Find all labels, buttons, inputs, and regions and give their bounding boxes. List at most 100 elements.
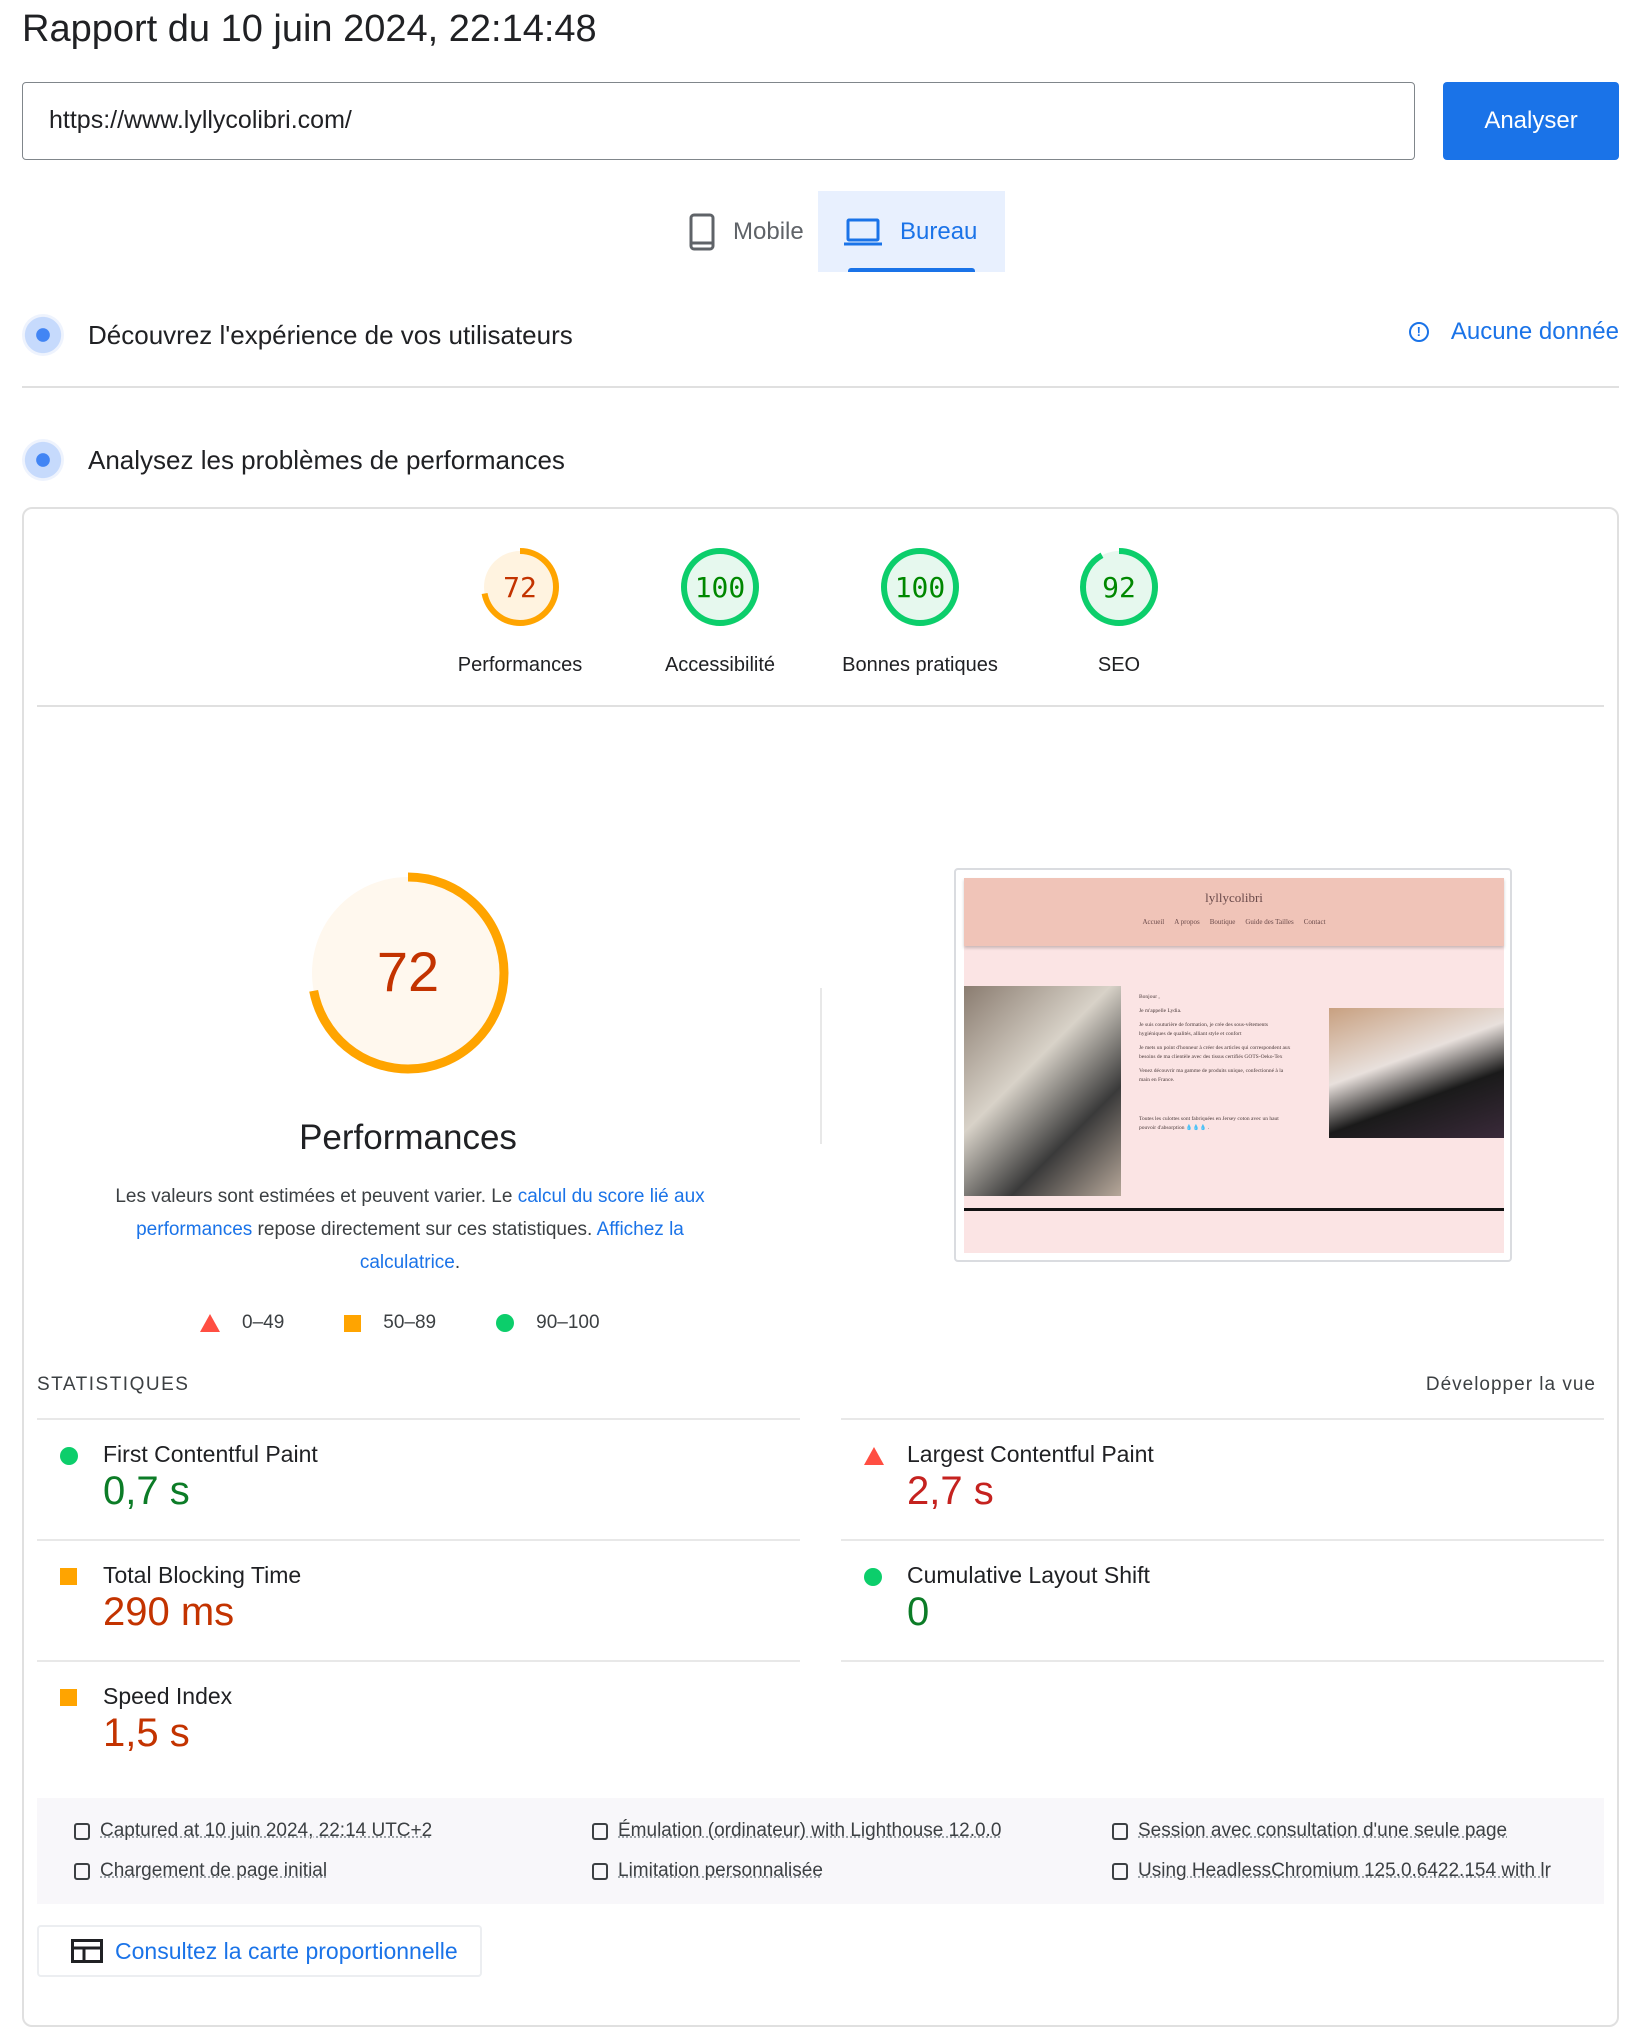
runtime-text[interactable]: Session avec consultation d'une seule pa… [1138, 1820, 1507, 1842]
metric-name: Cumulative Layout Shift [907, 1562, 1150, 1588]
product-photo [1329, 1008, 1504, 1138]
tab-desktop[interactable]: Bureau [818, 191, 1005, 272]
score-value: 100 [895, 571, 946, 604]
runtime-text[interactable]: Captured at 10 juin 2024, 22:14 UTC+2 [100, 1820, 432, 1842]
runtime-item: Émulation (ordinateur) with Lighthouse 1… [590, 1820, 1001, 1842]
main-score-title: Performances [299, 1118, 517, 1157]
field-data-section: Découvrez l'expérience de vos utilisateu… [22, 314, 573, 356]
site-paragraph: Toutes les culottes sont fabriquées en J… [1139, 1116, 1279, 1131]
divider [841, 1660, 1604, 1662]
legend-good: 90–100 [496, 1312, 600, 1334]
metric-value: 1,5 s [103, 1711, 190, 1755]
score-legend: 0–49 50–89 90–100 [200, 1312, 600, 1334]
main-score-value: 72 [377, 940, 439, 1003]
metric-value: 290 ms [103, 1590, 235, 1634]
site-nav-item: Accueil [1142, 918, 1165, 926]
legend-poor: 0–49 [200, 1312, 284, 1334]
runtime-item: Chargement de page initial [72, 1860, 327, 1882]
score-label: Bonnes pratiques [842, 654, 998, 676]
site-paragraph: Je mets un point d'honneur à créer des a… [1139, 1045, 1291, 1060]
site-nav: Accueil A propos Boutique Guide des Tailles… [964, 918, 1504, 926]
runtime-text[interactable]: Émulation (ordinateur) with Lighthouse 1… [618, 1820, 1001, 1842]
no-data-label: Aucune donnée [1450, 318, 1619, 345]
site-paragraph: Je m'appelle Lydia. [1139, 1008, 1182, 1014]
square-icon [344, 1314, 362, 1332]
expand-view-toggle[interactable]: Développer la vue [1426, 1374, 1596, 1396]
gauge-ring: 92 [1080, 548, 1158, 626]
view-treemap-button[interactable]: Consultez la carte proportionnelle [37, 1925, 482, 1977]
score-value: 100 [695, 571, 746, 604]
legend-average: 50–89 [344, 1312, 436, 1334]
square-icon [60, 1568, 77, 1585]
score-label: Accessibilité [664, 654, 776, 676]
runtime-text[interactable]: Limitation personnalisée [618, 1860, 823, 1882]
score-gauge-0[interactable]: 72 Performances [420, 545, 620, 677]
divider [841, 1539, 1604, 1541]
tab-label: Mobile [733, 217, 804, 245]
gauge-ring: 72 [481, 548, 559, 626]
section-title: Analysez les problèmes de performances [88, 444, 565, 475]
runtime-text[interactable]: Chargement de page initial [100, 1860, 327, 1882]
treemap-icon [71, 1939, 103, 1963]
runtime-text[interactable]: Using HeadlessChromium 125.0.6422.154 wi… [1138, 1860, 1551, 1882]
divider [37, 705, 1604, 707]
page-title: Rapport du 10 juin 2024, 22:14:48 [22, 8, 597, 50]
metric-name: First Contentful Paint [103, 1441, 318, 1467]
no-data-link[interactable]: ! Aucune donnée [1408, 318, 1619, 346]
score-gauge-1[interactable]: 100 Accessibilité [620, 545, 820, 677]
score-value: 92 [1102, 571, 1136, 604]
runtime-settings [37, 1798, 1604, 1904]
product-photo [964, 986, 1121, 1196]
active-tab-indicator [848, 268, 975, 272]
users-icon [1112, 1823, 1128, 1840]
square-icon [60, 1689, 77, 1706]
gauge-ring: 100 [881, 548, 959, 626]
score-value: 72 [503, 571, 537, 604]
diagnose-icon [22, 439, 64, 481]
page-screenshot[interactable]: lyllycolibri Accueil A propos Boutique Guid… [954, 868, 1512, 1262]
gauge-ring: 100 [681, 548, 759, 626]
button-label: Consultez la carte proportionnelle [115, 1937, 458, 1964]
legend-range: 90–100 [536, 1312, 600, 1333]
triangle-icon [864, 1447, 884, 1465]
legend-range: 50–89 [383, 1312, 437, 1333]
info-icon: ! [1408, 322, 1429, 342]
circle-icon [496, 1314, 515, 1332]
main-score-gauge: 72 [307, 872, 509, 1074]
chrome-icon [1112, 1863, 1128, 1880]
tab-label: Bureau [900, 217, 978, 245]
metric-value: 2,7 s [907, 1469, 994, 1513]
runtime-item: Limitation personnalisée [590, 1860, 823, 1882]
triangle-icon [200, 1314, 220, 1332]
users-experience-icon [22, 314, 64, 356]
site-paragraph: Je suis couturière de formation, je crée… [1139, 1022, 1269, 1037]
section-title: Découvrez l'expérience de vos utilisateu… [88, 319, 573, 350]
divider [22, 386, 1619, 388]
site-nav-item: Boutique [1209, 918, 1236, 926]
divider [820, 988, 822, 1144]
metric-value: 0,7 s [103, 1469, 190, 1513]
text: . [454, 1252, 461, 1273]
metric-name: Speed Index [103, 1683, 233, 1709]
site-nav-item: Guide des Tailles [1245, 918, 1294, 926]
metric-value: 0 [907, 1590, 930, 1634]
site-name: lyllycolibri [1205, 890, 1263, 905]
text: repose directement sur ces statistiques. [252, 1219, 597, 1240]
calendar-icon [74, 1823, 90, 1840]
phone-icon [689, 213, 715, 250]
tab-mobile[interactable]: Mobile [663, 191, 830, 272]
score-description: Les valeurs sont estimées et peuvent var… [90, 1180, 730, 1279]
analyze-button[interactable]: Analyser [1443, 82, 1619, 160]
runtime-item: Captured at 10 juin 2024, 22:14 UTC+2 [72, 1820, 432, 1842]
score-label: Performances [457, 654, 583, 676]
url-input[interactable]: https://www.lyllycolibri.com/ [22, 82, 1415, 160]
stats-heading: STATISTIQUES [37, 1374, 190, 1395]
score-gauge-2[interactable]: 100 Bonnes pratiques [820, 545, 1020, 677]
runtime-item: Using HeadlessChromium 125.0.6422.154 wi… [1110, 1860, 1551, 1882]
score-label: SEO [1097, 654, 1141, 676]
runtime-item: Session avec consultation d'une seule pa… [1110, 1820, 1507, 1842]
legend-range: 0–49 [242, 1312, 285, 1333]
score-gauge-3[interactable]: 92 SEO [1019, 545, 1219, 677]
lab-data-section: Analysez les problèmes de performances [22, 439, 565, 481]
divider [37, 1418, 800, 1420]
